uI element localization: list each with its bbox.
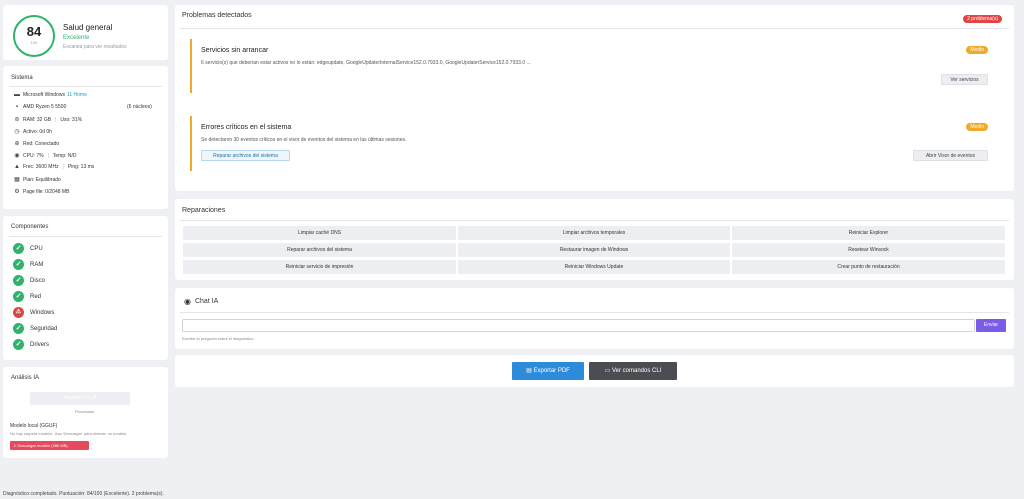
problems-title: Problemas detectados [182, 12, 252, 19]
cpu-usage: CPU: 7% [23, 152, 44, 159]
check-icon: ✓ [13, 291, 24, 302]
restart-explorer-button[interactable]: Reiniciar Explorer [732, 226, 1005, 240]
problem-count-badge: 2 problema(s) [963, 15, 1002, 23]
component-drivers: ✓ Drivers [13, 339, 49, 350]
severity-badge: Medio [966, 46, 988, 54]
score-title: Salud general [63, 23, 113, 32]
system-title: Sistema [11, 75, 33, 81]
thermometer-icon: ◉ [14, 153, 20, 159]
chat-header: ◉ Chat IA [184, 297, 218, 306]
problem-description: Se detectaron 30 eventos críticos en el … [201, 137, 407, 143]
restart-print-spooler-button[interactable]: Reiniciar servicio de impresión [183, 260, 456, 274]
ram-icon: ⊜ [14, 117, 20, 123]
open-event-viewer-button[interactable]: Abrir Visor de eventos [913, 150, 988, 161]
os-version: 11 Home [66, 92, 87, 98]
os-name: Microsoft Windows [23, 92, 65, 98]
problem-card-services: Servicios sin arrancar Medio 6 servicio(… [190, 39, 1000, 93]
reset-winsock-button[interactable]: Resetear Winsock [732, 243, 1005, 257]
problem-title: Servicios sin arrancar [201, 47, 269, 54]
gear-icon: ⚙ [14, 189, 20, 195]
clock-icon: ◷ [14, 129, 20, 135]
repairs-title: Reparaciones [182, 207, 226, 214]
uptime-row: ◷ Activo: 0d 0h [13, 128, 52, 136]
chat-input[interactable] [182, 319, 975, 332]
ram-usage: Uso: 31% [60, 116, 83, 123]
component-disk: ✓ Disco [13, 275, 45, 286]
clean-temp-button[interactable]: Limpiar archivos temporales [458, 226, 730, 240]
plan-row: ▦ Plan: Equilibrado [13, 176, 61, 184]
os-row: ▬ Microsoft Windows 11 Home [13, 92, 87, 98]
model-hint: No hay carpeta models/. Usa 'Descargar' … [10, 431, 128, 436]
repair-system-files-button[interactable]: Reparar archivos del sistema [201, 150, 290, 161]
chat-hint: Escribe tu pregunta sobre el diagnóstico… [182, 336, 257, 341]
create-restore-point-button[interactable]: Crear punto de restauración [732, 260, 1005, 274]
view-cli-button[interactable]: ▭ Ver comandos CLI [589, 362, 677, 380]
model-title: Modelo local (GGUF) [10, 423, 58, 429]
cpu-freq: Frec: 3600 MHz [23, 164, 59, 170]
check-icon: ✓ [13, 323, 24, 334]
network-status: Red: Conectado [23, 140, 60, 147]
restart-windows-update-button[interactable]: Reiniciar Windows Update [458, 260, 730, 274]
cpu-usage-row: ◉ CPU: 7% | Temp: N/D [14, 152, 77, 160]
speed-icon: ▲ [14, 164, 20, 170]
chat-title: Chat IA [194, 298, 219, 305]
component-cpu: ✓ CPU [13, 243, 43, 254]
repair-system-files-button[interactable]: Reparar archivos del sistema [183, 243, 456, 257]
power-plan-icon: ▦ [14, 177, 20, 183]
problem-description: 6 servicio(s) que deberían estar activos… [201, 60, 531, 66]
component-windows: ⚠ Windows [13, 307, 54, 318]
uptime: Activo: 0d 0h [23, 128, 52, 135]
network-icon: ⊕ [14, 141, 20, 147]
ram-row: ⊜ RAM: 32 GB | Uso: 31% [14, 116, 83, 124]
pagefile: Page file: 0/2048 MB [23, 188, 70, 195]
cpu-model-row: ▪ AMD Ryzen 5 5500 [13, 104, 66, 110]
score-card: 84 100 Salud general Excelente Escanea p… [3, 5, 168, 60]
cpu-cores: (6 núcleos) [127, 104, 152, 110]
check-icon: ✓ [13, 275, 24, 286]
score-hint: Escanea para ver resultados [63, 44, 127, 50]
check-icon: ✓ [13, 339, 24, 350]
system-card: Sistema ▬ Microsoft Windows 11 Home ▪ AM… [3, 66, 168, 209]
warning-icon: ⚠ [13, 307, 24, 318]
score-value: 84 [26, 24, 42, 39]
problem-title: Errores críticos en el sistema [201, 124, 292, 131]
download-model-button[interactable]: ⇩ Descargar modelo (380 MB) [10, 441, 89, 450]
ram-total: RAM: 32 GB [23, 116, 52, 123]
cpu-icon: ▪ [15, 104, 19, 110]
severity-badge: Medio [966, 123, 988, 131]
ai-analyze-button[interactable]: Analizar con IA [30, 392, 130, 405]
ai-processed-label: Procesado [75, 409, 95, 414]
problem-card-critical-errors: Errores críticos en el sistema Medio Se … [190, 116, 1000, 171]
score-max: 100 [30, 40, 38, 45]
ai-title: Análisis IA [11, 375, 40, 381]
monitor-icon: ▬ [14, 92, 20, 98]
component-ram: ✓ RAM [13, 259, 43, 270]
network-row: ⊕ Red: Conectado [13, 140, 60, 148]
power-plan: Plan: Equilibrado [23, 176, 61, 183]
components-title: Componentes [11, 224, 49, 230]
send-button[interactable]: Enviar [976, 319, 1006, 332]
check-icon: ✓ [13, 259, 24, 270]
pagefile-row: ⚙ Page file: 0/2048 MB [13, 188, 70, 196]
export-pdf-button[interactable]: ▤ Exportar PDF [512, 362, 584, 380]
flush-dns-button[interactable]: Limpiar caché DNS [183, 226, 456, 240]
restore-windows-image-button[interactable]: Restaurar imagen de Windows [458, 243, 730, 257]
score-ring: 84 100 [13, 15, 55, 57]
status-bar: Diagnóstico completado. Puntuación: 84/1… [3, 491, 164, 497]
component-security: ✓ Seguridad [13, 323, 57, 334]
cpu-temp: Temp: N/D [52, 152, 77, 159]
score-status: Excelente [63, 35, 90, 41]
component-network: ✓ Red [13, 291, 41, 302]
components-card: Componentes ✓ CPU ✓ RAM ✓ Disco ✓ Red ⚠ … [3, 216, 168, 360]
cpu-model: AMD Ryzen 5 5500 [23, 104, 67, 110]
check-icon: ✓ [13, 243, 24, 254]
file-icon: ▤ [526, 368, 532, 374]
ping: Ping: 13 ms [67, 164, 95, 170]
view-services-button[interactable]: Ver servicios [941, 74, 988, 85]
terminal-icon: ▭ [604, 368, 611, 374]
chat-icon: ◉ [184, 297, 191, 306]
freq-row: ▲ Frec: 3600 MHz | Ping: 13 ms [14, 164, 95, 170]
